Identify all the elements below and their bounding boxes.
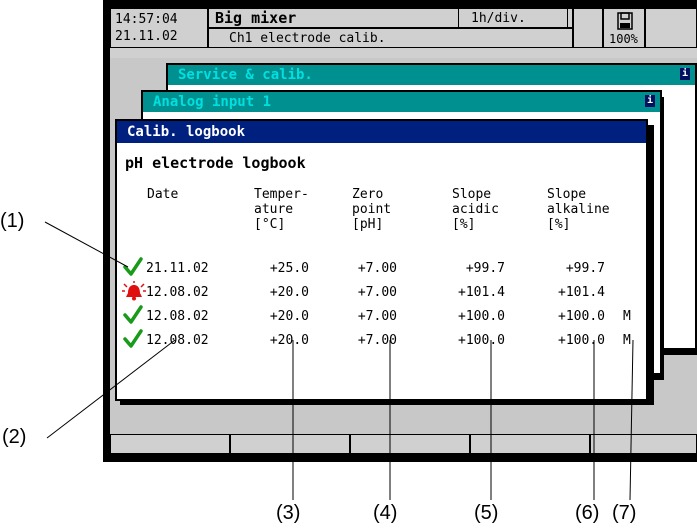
callout-3: (3) xyxy=(276,502,301,524)
callout-6: (6) xyxy=(575,502,600,524)
callout-5: (5) xyxy=(474,502,499,524)
callout-leader-lines xyxy=(44,221,634,501)
callout-4: (4) xyxy=(373,502,398,524)
callout-2: (2) xyxy=(2,426,27,448)
callout-1: (1) xyxy=(0,210,25,232)
callout-7: (7) xyxy=(612,502,637,524)
